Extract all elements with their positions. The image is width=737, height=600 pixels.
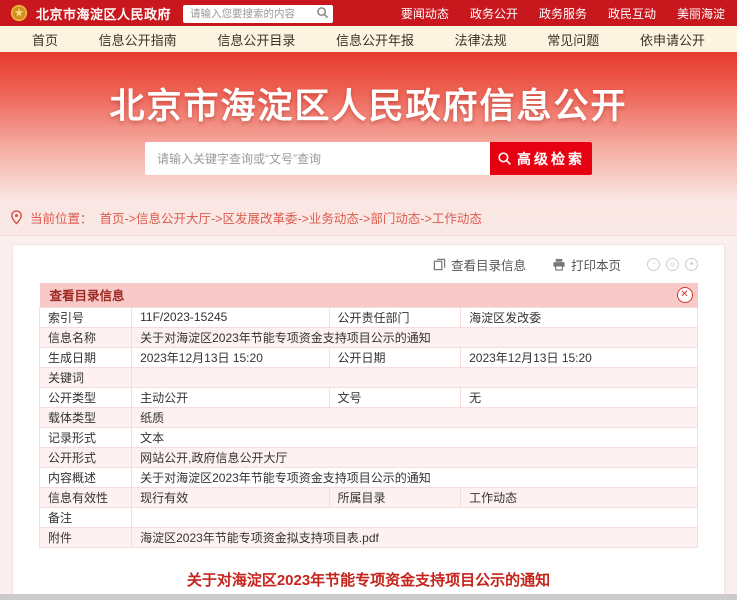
- field-label: 记录形式: [40, 427, 132, 447]
- topbar-menu-item-news[interactable]: 要闻动态: [401, 5, 449, 22]
- banner-search: 高级检索: [145, 142, 592, 175]
- field-label: 公开日期: [329, 347, 461, 367]
- nav-item-apply[interactable]: 依申请公开: [640, 30, 705, 49]
- print-page-button[interactable]: 打印本页: [552, 255, 621, 274]
- search-icon: [497, 151, 512, 166]
- field-value: 无: [461, 387, 698, 407]
- nav-item-home[interactable]: 首页: [32, 30, 58, 49]
- topbar-search: [183, 4, 333, 23]
- close-icon[interactable]: ✕: [677, 287, 693, 303]
- table-row: 生成日期 2023年12月13日 15:20 公开日期 2023年12月13日 …: [40, 347, 698, 367]
- attachment-link[interactable]: 海淀区2023年节能专项资金拟支持项目表.pdf: [132, 527, 698, 547]
- table-row: 附件 海淀区2023年节能专项资金拟支持项目表.pdf: [40, 527, 698, 547]
- table-row: 关键词: [40, 367, 698, 387]
- field-value: 2023年12月13日 15:20: [461, 347, 698, 367]
- field-value: [132, 507, 698, 527]
- topbar-search-input[interactable]: [183, 5, 333, 23]
- breadcrumb: 当前位置： 首页->信息公开大厅->区发展改革委->业务动态->部门动态->工作…: [0, 200, 737, 236]
- table-row: 公开类型 主动公开 文号 无: [40, 387, 698, 407]
- field-value: 文本: [132, 427, 698, 447]
- table-row: 索引号 11F/2023-15245 公开责任部门 海淀区发改委: [40, 307, 698, 327]
- share-icon-1[interactable]: ◔: [647, 258, 660, 271]
- printer-icon: [552, 258, 566, 271]
- field-value: 海淀区发改委: [461, 307, 698, 327]
- article-title: 关于对海淀区2023年节能专项资金支持项目公示的通知: [39, 569, 698, 590]
- table-row: 内容概述 关于对海淀区2023年节能专项资金支持项目公示的通知: [40, 467, 698, 487]
- field-value: 2023年12月13日 15:20: [132, 347, 329, 367]
- breadcrumb-path[interactable]: 首页->信息公开大厅->区发展改革委->业务动态->部门动态->工作动态: [100, 208, 482, 227]
- table-row: 信息名称 关于对海淀区2023年节能专项资金支持项目公示的通知: [40, 327, 698, 347]
- share-icon-3[interactable]: ✦: [685, 258, 698, 271]
- main-nav: 首页 信息公开指南 信息公开目录 信息公开年报 法律法规 常见问题 依申请公开: [0, 26, 737, 52]
- print-page-label: 打印本页: [571, 255, 621, 274]
- national-emblem-icon: [10, 4, 28, 22]
- content-card: 查看目录信息 打印本页 ◔ ◎ ✦ 查看目录信息 ✕: [12, 244, 725, 600]
- table-row: 记录形式 文本: [40, 427, 698, 447]
- catalog-table: 查看目录信息 ✕ 索引号 11F/2023-15245 公开责任部门 海淀区发改…: [39, 283, 698, 548]
- field-label: 载体类型: [40, 407, 132, 427]
- field-value: 关于对海淀区2023年节能专项资金支持项目公示的通知: [132, 327, 698, 347]
- banner-search-input[interactable]: [145, 142, 490, 175]
- content-area: 查看目录信息 打印本页 ◔ ◎ ✦ 查看目录信息 ✕: [0, 236, 737, 600]
- table-row: 载体类型 纸质: [40, 407, 698, 427]
- table-row: 备注: [40, 507, 698, 527]
- field-label: 内容概述: [40, 467, 132, 487]
- catalog-header-row: 查看目录信息 ✕: [40, 283, 698, 307]
- page-toolbar: 查看目录信息 打印本页 ◔ ◎ ✦: [39, 245, 698, 283]
- nav-item-faq[interactable]: 常见问题: [547, 30, 599, 49]
- topbar-menu-item-gov-service[interactable]: 政务服务: [539, 5, 587, 22]
- table-row: 公开形式 网站公开,政府信息公开大厅: [40, 447, 698, 467]
- field-value: 现行有效: [132, 487, 329, 507]
- topbar-menu-item-beautiful-haidian[interactable]: 美丽海淀: [677, 5, 725, 22]
- topbar-menu-item-gov-open[interactable]: 政务公开: [470, 5, 518, 22]
- field-value: 网站公开,政府信息公开大厅: [132, 447, 698, 467]
- view-catalog-label: 查看目录信息: [451, 255, 526, 274]
- field-label: 生成日期: [40, 347, 132, 367]
- nav-item-laws[interactable]: 法律法规: [455, 30, 507, 49]
- field-label: 所属目录: [329, 487, 461, 507]
- catalog-header-title: 查看目录信息: [50, 285, 125, 304]
- topbar-menu: 要闻动态 政务公开 政务服务 政民互动 美丽海淀: [401, 5, 725, 22]
- topbar: 北京市海淀区人民政府 要闻动态 政务公开 政务服务 政民互动 美丽海淀: [0, 0, 737, 26]
- catalog-doc-icon: [433, 258, 446, 271]
- nav-item-annual-report[interactable]: 信息公开年报: [336, 30, 414, 49]
- share-icons: ◔ ◎ ✦: [647, 258, 698, 271]
- advanced-search-button[interactable]: 高级检索: [490, 142, 592, 175]
- field-label: 公开形式: [40, 447, 132, 467]
- location-pin-icon: [10, 210, 23, 225]
- view-catalog-button[interactable]: 查看目录信息: [433, 255, 526, 274]
- field-label: 附件: [40, 527, 132, 547]
- field-label: 关键词: [40, 367, 132, 387]
- field-label: 文号: [329, 387, 461, 407]
- breadcrumb-label: 当前位置：: [30, 208, 93, 227]
- share-icon-2[interactable]: ◎: [666, 258, 679, 271]
- field-value: [132, 367, 698, 387]
- field-label: 索引号: [40, 307, 132, 327]
- field-label: 公开责任部门: [329, 307, 461, 327]
- field-value: 工作动态: [461, 487, 698, 507]
- advanced-search-label: 高级检索: [517, 149, 585, 169]
- banner: 北京市海淀区人民政府信息公开 高级检索: [0, 52, 737, 200]
- field-value: 11F/2023-15245: [132, 307, 329, 327]
- field-label: 信息名称: [40, 327, 132, 347]
- field-label: 信息有效性: [40, 487, 132, 507]
- topbar-menu-item-interaction[interactable]: 政民互动: [608, 5, 656, 22]
- table-row: 信息有效性 现行有效 所属目录 工作动态: [40, 487, 698, 507]
- field-value: 纸质: [132, 407, 698, 427]
- search-icon[interactable]: [316, 6, 329, 19]
- banner-title: 北京市海淀区人民政府信息公开: [0, 52, 737, 129]
- field-label: 备注: [40, 507, 132, 527]
- nav-item-guide[interactable]: 信息公开指南: [99, 30, 177, 49]
- field-value: 关于对海淀区2023年节能专项资金支持项目公示的通知: [132, 467, 698, 487]
- field-label: 公开类型: [40, 387, 132, 407]
- bottom-bar: [0, 594, 737, 600]
- field-value: 主动公开: [132, 387, 329, 407]
- nav-item-catalog[interactable]: 信息公开目录: [217, 30, 295, 49]
- site-title: 北京市海淀区人民政府: [36, 4, 171, 23]
